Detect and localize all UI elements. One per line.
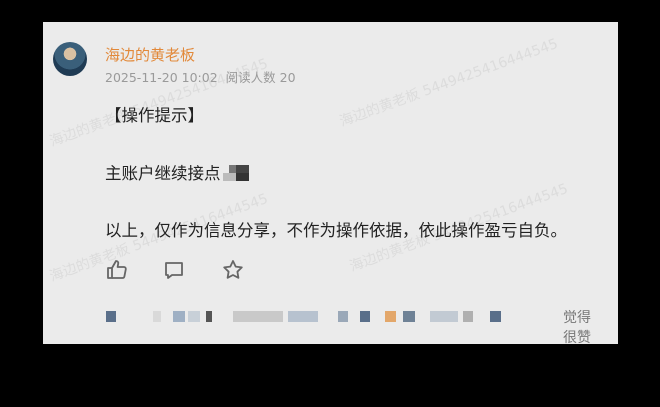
post-date: 2025-11-20 10:02 — [105, 70, 218, 85]
liker-avatar[interactable] — [188, 311, 200, 322]
liker-avatar[interactable] — [403, 311, 415, 322]
post-meta: 2025-11-20 10:02 阅读人数 20 — [105, 67, 304, 86]
star-icon — [223, 260, 243, 279]
comment-button[interactable] — [162, 258, 192, 288]
liker-avatar[interactable] — [385, 311, 396, 322]
post-tip: 【操作提示】 — [105, 106, 204, 125]
liker-avatar[interactable] — [153, 311, 161, 322]
liked-label[interactable]: 觉得很赞 — [563, 307, 598, 344]
author-avatar[interactable] — [53, 42, 87, 76]
author-name[interactable]: 海边的黄老板 — [105, 44, 195, 65]
liker-avatar[interactable] — [463, 311, 473, 322]
liker-avatar[interactable] — [360, 311, 370, 322]
post-line-2: 以上，仅作为信息分享，不作为操作依据，依此操作盈亏自负。 — [105, 221, 567, 240]
liked-by-row: 觉得很赞 — [98, 307, 598, 344]
comment-icon — [165, 262, 183, 279]
thumbs-up-icon — [107, 260, 127, 279]
watermark: 海边的黄老板 5449425416444545 — [337, 35, 561, 130]
post-line-1-text: 主账户继续接点 — [105, 164, 221, 183]
liker-avatar[interactable] — [338, 311, 348, 322]
redacted-mosaic — [222, 165, 249, 181]
favorite-button[interactable] — [221, 258, 251, 288]
liker-avatar[interactable] — [288, 311, 318, 322]
liker-avatar[interactable] — [173, 311, 185, 322]
liker-avatar[interactable] — [206, 311, 212, 322]
liker-avatar[interactable] — [106, 311, 116, 322]
read-count: 阅读人数 20 — [225, 70, 296, 85]
like-button[interactable] — [105, 258, 135, 288]
post-card: 海边的黄老板 5449425416444545 海边的黄老板 544942541… — [43, 22, 618, 344]
liker-avatar[interactable] — [490, 311, 501, 322]
liker-avatar[interactable] — [233, 311, 283, 322]
liker-avatar[interactable] — [430, 311, 458, 322]
post-line-1: 主账户继续接点 — [105, 160, 249, 184]
